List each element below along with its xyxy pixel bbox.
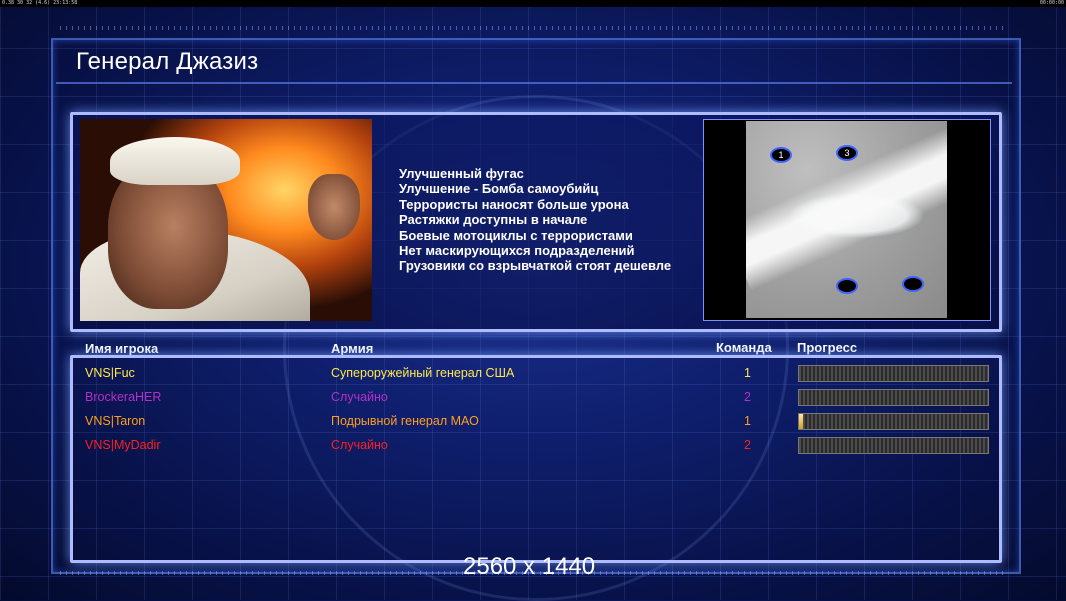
player-army[interactable]: Супероружейный генерал США [331,366,514,380]
resolution-label: 2560 x 1440 [463,553,596,580]
start-position-empty[interactable] [902,276,924,292]
player-progress [798,389,989,406]
player-army[interactable]: Подрывной генерал МАО [331,414,479,428]
status-left: 0.38 30 32 (4.6) 23:13:58 [2,0,78,6]
title-divider [56,82,1012,84]
player-name: VNS|Taron [85,414,146,428]
player-team[interactable]: 1 [744,414,751,428]
player-army[interactable]: Случайно [331,438,388,452]
player-name: BrockeraHER [85,390,162,404]
bonus-item: Улучшенный фугас [399,166,524,181]
player-progress [798,413,989,430]
bonus-item: Нет маскирующихся подразделений [399,243,635,259]
player-team[interactable]: 1 [744,366,751,380]
header-team: Команда [716,340,772,355]
status-bar: 0.38 30 32 (4.6) 23:13:58 00:00:00 [0,0,1066,7]
players-panel [70,355,1002,563]
header-player-name: Имя игрока [85,341,159,356]
bonus-item: Грузовики со взрывчаткой стоят дешевле [399,258,672,274]
header-army: Армия [331,341,374,356]
progress-fill [799,414,803,429]
bonus-item: Террористы наносят больше урона [399,196,629,212]
page-title: Генерал Джазиз [76,48,259,75]
minimap[interactable]: 1 3 [746,121,947,318]
player-progress [798,437,989,454]
start-position-3[interactable]: 3 [836,145,858,161]
portrait-headwrap [110,137,240,185]
general-portrait [80,119,372,321]
header-progress: Прогресс [797,340,858,355]
bonus-item: Боевые мотоциклы с террористами [399,227,633,243]
portrait-hand [308,174,360,240]
status-right: 00:00:00 [1039,0,1064,6]
bonus-item: Улучшение - Бомба самоубийц [399,181,599,197]
bonus-item: Растяжки доступны в начале [399,212,588,228]
ruler-top [60,26,1006,30]
player-progress [798,365,989,382]
player-name: VNS|Fuc [85,366,135,380]
start-position-empty[interactable] [836,278,858,294]
start-position-1[interactable]: 1 [770,147,792,163]
player-name: VNS|MyDadir [85,438,161,452]
general-bonus-list: Улучшенный фугас Улучшение - Бомба самоу… [399,166,671,274]
player-team[interactable]: 2 [744,390,751,404]
player-team[interactable]: 2 [744,438,751,452]
player-army[interactable]: Случайно [331,390,388,404]
